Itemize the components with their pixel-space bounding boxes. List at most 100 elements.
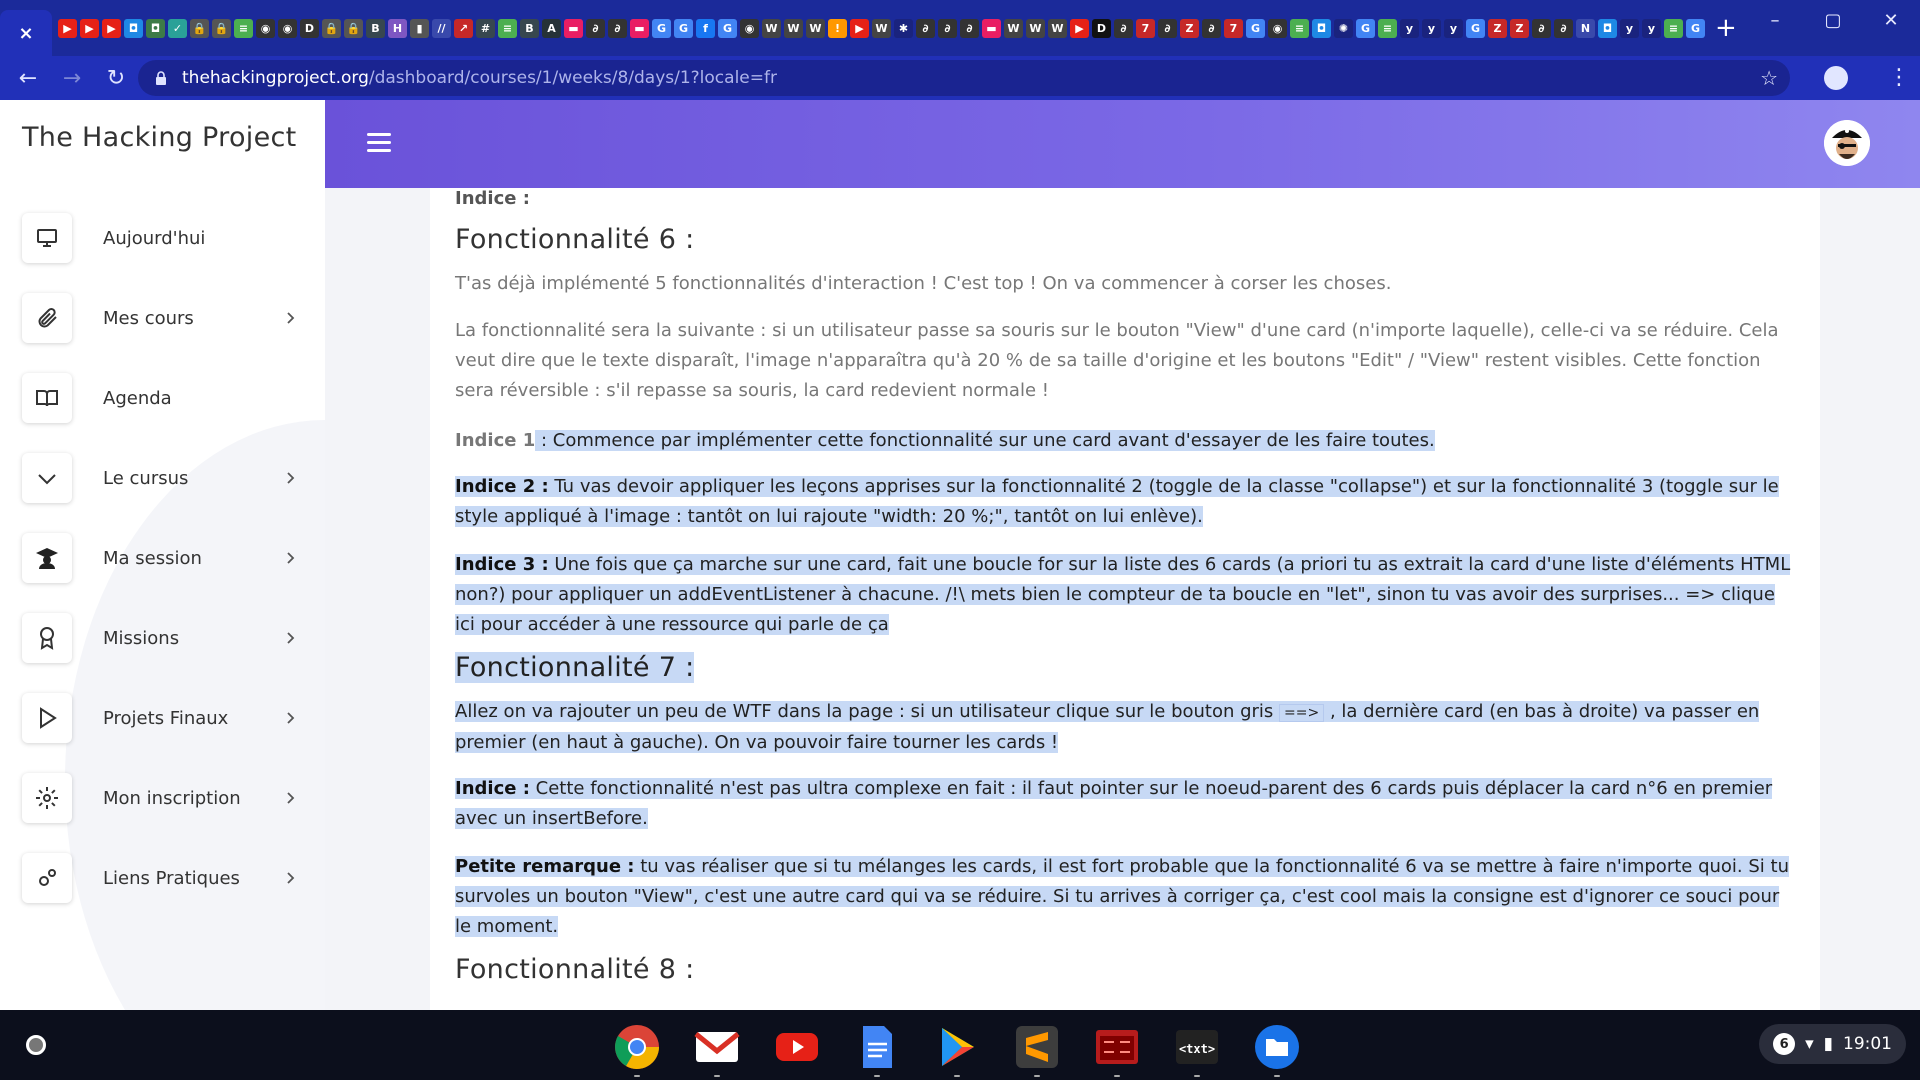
app-icon[interactable]: ∂	[1202, 18, 1221, 38]
app-icon[interactable]: ∂	[916, 18, 935, 38]
app-icon[interactable]: ≡	[1290, 18, 1309, 38]
app-icon[interactable]: A	[542, 18, 561, 38]
chrome-app[interactable]	[614, 1024, 660, 1070]
sidebar-item-missions[interactable]: Missions	[0, 598, 325, 678]
app-icon[interactable]: ∂	[938, 18, 957, 38]
sidebar-item-mes-cours[interactable]: Mes cours	[0, 278, 325, 358]
app-icon[interactable]: !	[828, 18, 847, 38]
sidebar-item-projets-finaux[interactable]: Projets Finaux	[0, 678, 325, 758]
sidebar-item-mon-inscription[interactable]: Mon inscription	[0, 758, 325, 838]
brand-title[interactable]: The Hacking Project	[22, 122, 297, 153]
wikipedia-icon[interactable]: W	[1048, 18, 1067, 38]
app-icon[interactable]: 7	[1136, 18, 1155, 38]
address-bar[interactable]: thehackingproject.org/dashboard/courses/…	[138, 60, 1790, 96]
sidebar-item-ma-session[interactable]: Ma session	[0, 518, 325, 598]
youtube-icon[interactable]: ▶	[1070, 18, 1089, 38]
lock-icon[interactable]: 🔒	[322, 18, 341, 38]
app-icon[interactable]: #	[476, 18, 495, 38]
app-icon[interactable]: ▮	[410, 18, 429, 38]
app-icon[interactable]: ▬	[564, 18, 583, 38]
google-icon[interactable]: G	[674, 18, 693, 38]
app-icon[interactable]: ∂	[960, 18, 979, 38]
app-icon[interactable]: ∂	[1554, 18, 1573, 38]
youtube-icon[interactable]: ▶	[80, 18, 99, 38]
sidebar-item-le-cursus[interactable]: Le cursus	[0, 438, 325, 518]
maximize-icon[interactable]: ▢	[1804, 10, 1862, 31]
app-icon[interactable]: y	[1444, 18, 1463, 38]
app-icon[interactable]: N	[1576, 18, 1595, 38]
app-icon[interactable]: y	[1642, 18, 1661, 38]
terminal-app[interactable]	[1094, 1024, 1140, 1070]
app-icon[interactable]: ◉	[278, 18, 297, 38]
app-icon[interactable]: ✺	[1334, 18, 1353, 38]
app-icon[interactable]: ∂	[1114, 18, 1133, 38]
new-tab-button[interactable]: +	[1715, 13, 1737, 43]
facebook-icon[interactable]: f	[696, 18, 715, 38]
play-store-app[interactable]	[934, 1024, 980, 1070]
app-icon[interactable]: ∂	[1158, 18, 1177, 38]
bookmark-star-icon[interactable]: ☆	[1760, 66, 1778, 90]
app-icon[interactable]: B	[520, 18, 539, 38]
app-icon[interactable]: ◘	[124, 18, 143, 38]
browser-menu-icon[interactable]: ⋮	[1888, 64, 1910, 92]
app-icon[interactable]: ◉	[740, 18, 759, 38]
files-app[interactable]	[1254, 1024, 1300, 1070]
app-icon[interactable]: H	[388, 18, 407, 38]
sidebar-item-agenda[interactable]: Agenda	[0, 358, 325, 438]
launcher-icon[interactable]	[26, 1035, 46, 1055]
hamburger-menu-icon[interactable]	[367, 133, 391, 153]
forward-icon[interactable]: →	[50, 56, 94, 100]
lock-icon[interactable]: 🔒	[344, 18, 363, 38]
docs-app[interactable]	[854, 1024, 900, 1070]
google-icon[interactable]: G	[652, 18, 671, 38]
app-icon[interactable]: ∂	[1532, 18, 1551, 38]
google-icon[interactable]: G	[1356, 18, 1375, 38]
youtube-icon[interactable]: ▶	[102, 18, 121, 38]
google-icon[interactable]: G	[1686, 18, 1705, 38]
sidebar-item-aujourd-hui[interactable]: Aujourd'hui	[0, 198, 325, 278]
app-icon[interactable]: //	[432, 18, 451, 38]
app-icon[interactable]: Z	[1488, 18, 1507, 38]
youtube-app[interactable]	[774, 1024, 820, 1070]
app-icon[interactable]: D	[300, 18, 319, 38]
app-icon[interactable]: ▬	[630, 18, 649, 38]
google-icon[interactable]: G	[1466, 18, 1485, 38]
wikipedia-icon[interactable]: W	[784, 18, 803, 38]
lock-icon[interactable]: 🔒	[190, 18, 209, 38]
app-icon[interactable]: ≡	[1378, 18, 1397, 38]
rotate-cards-button[interactable]: ==>	[1279, 704, 1325, 722]
dev-icon[interactable]: D	[1092, 18, 1111, 38]
notification-badge[interactable]: 6	[1773, 1033, 1796, 1055]
app-icon[interactable]: ↗	[454, 18, 473, 38]
youtube-icon[interactable]: ▶	[58, 18, 77, 38]
app-icon[interactable]: Z	[1510, 18, 1529, 38]
extension-icon[interactable]	[1824, 66, 1848, 90]
minimize-icon[interactable]: –	[1746, 10, 1804, 31]
wikipedia-icon[interactable]: W	[1004, 18, 1023, 38]
status-tray[interactable]: 6 ▾ ▮ 19:01	[1759, 1024, 1906, 1064]
google-icon[interactable]: G	[1246, 18, 1265, 38]
app-icon[interactable]: ≡	[1664, 18, 1683, 38]
app-icon[interactable]: ✱	[894, 18, 913, 38]
lock-icon[interactable]: 🔒	[212, 18, 231, 38]
app-icon[interactable]: ∂	[608, 18, 627, 38]
app-icon[interactable]: 7	[1224, 18, 1243, 38]
gmail-app[interactable]	[694, 1024, 740, 1070]
app-icon[interactable]: y	[1422, 18, 1441, 38]
app-icon[interactable]: ≡	[498, 18, 517, 38]
sublime-text-app[interactable]	[1014, 1024, 1060, 1070]
app-icon[interactable]: ◉	[1268, 18, 1287, 38]
shield-icon[interactable]: ✓	[168, 18, 187, 38]
wikipedia-icon[interactable]: W	[806, 18, 825, 38]
app-icon[interactable]: B	[366, 18, 385, 38]
app-icon[interactable]: ∂	[586, 18, 605, 38]
app-icon[interactable]: ▬	[982, 18, 1001, 38]
google-icon[interactable]: G	[718, 18, 737, 38]
app-icon[interactable]: ◘	[1598, 18, 1617, 38]
app-icon[interactable]: Z	[1180, 18, 1199, 38]
app-icon[interactable]: y	[1400, 18, 1419, 38]
sidebar-item-liens-pratiques[interactable]: Liens Pratiques	[0, 838, 325, 918]
wikipedia-icon[interactable]: W	[762, 18, 781, 38]
app-icon[interactable]: ◘	[146, 18, 165, 38]
app-icon[interactable]: y	[1620, 18, 1639, 38]
